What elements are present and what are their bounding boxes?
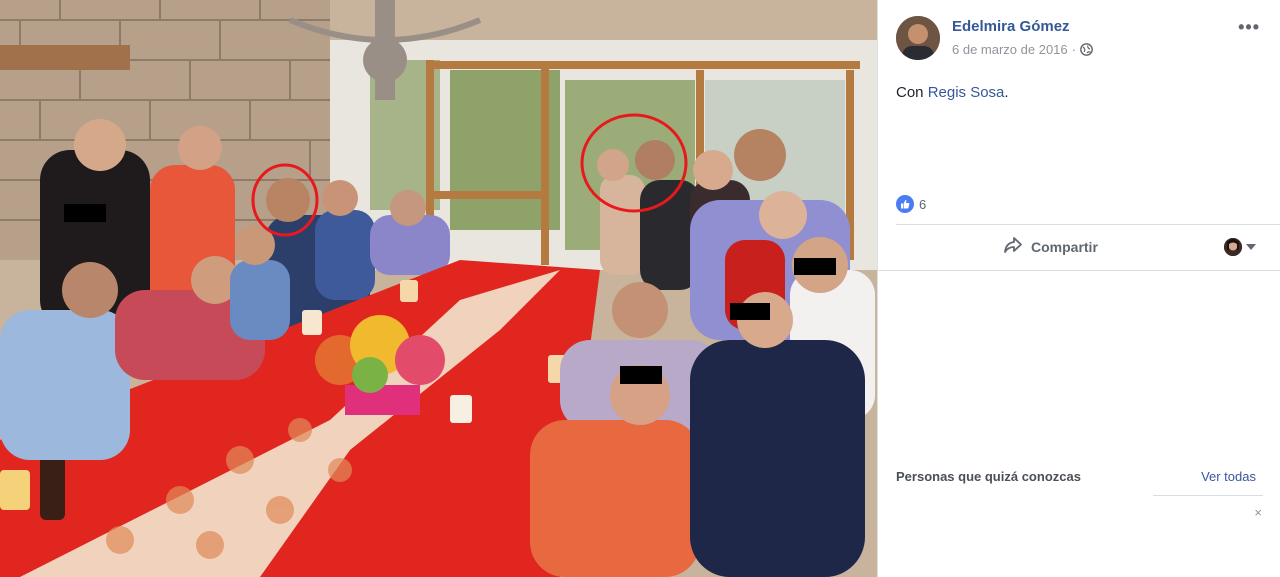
like-count: 6 — [919, 196, 927, 212]
meta-separator: · — [1071, 42, 1076, 57]
close-icon[interactable]: × — [1254, 505, 1262, 520]
post-date[interactable]: 6 de marzo de 2016 — [952, 42, 1068, 57]
thumbs-up-icon — [896, 195, 914, 213]
globe-icon — [1080, 43, 1093, 56]
group-photo-illustration — [0, 0, 877, 577]
see-all-link[interactable]: Ver todas — [1201, 469, 1256, 484]
divider — [1153, 495, 1263, 496]
avatar[interactable] — [896, 16, 940, 60]
audience-selector[interactable] — [1224, 238, 1256, 256]
reactions-summary[interactable]: 6 — [896, 195, 926, 213]
chevron-down-icon — [1246, 244, 1256, 250]
author-name[interactable]: Edelmira Gómez — [952, 18, 1070, 35]
post-photo[interactable] — [0, 0, 877, 577]
more-options-button[interactable]: ••• — [1238, 18, 1260, 36]
post-side-panel: Edelmira Gómez 6 de marzo de 2016 · ••• … — [877, 0, 1280, 577]
share-button[interactable]: Compartir — [1003, 236, 1098, 257]
post-meta: 6 de marzo de 2016 · — [952, 42, 1093, 57]
divider — [896, 224, 1280, 225]
caption-prefix: Con — [896, 84, 928, 101]
divider — [878, 270, 1280, 271]
suggestions-title: Personas que quizá conozcas — [896, 469, 1081, 484]
post-caption: Con Regis Sosa. — [896, 84, 1009, 101]
share-arrow-icon — [1003, 236, 1023, 257]
audience-selector-icon — [1224, 238, 1242, 256]
caption-suffix: . — [1004, 84, 1009, 101]
tagged-person-link[interactable]: Regis Sosa — [928, 84, 1005, 101]
share-label: Compartir — [1031, 238, 1098, 255]
